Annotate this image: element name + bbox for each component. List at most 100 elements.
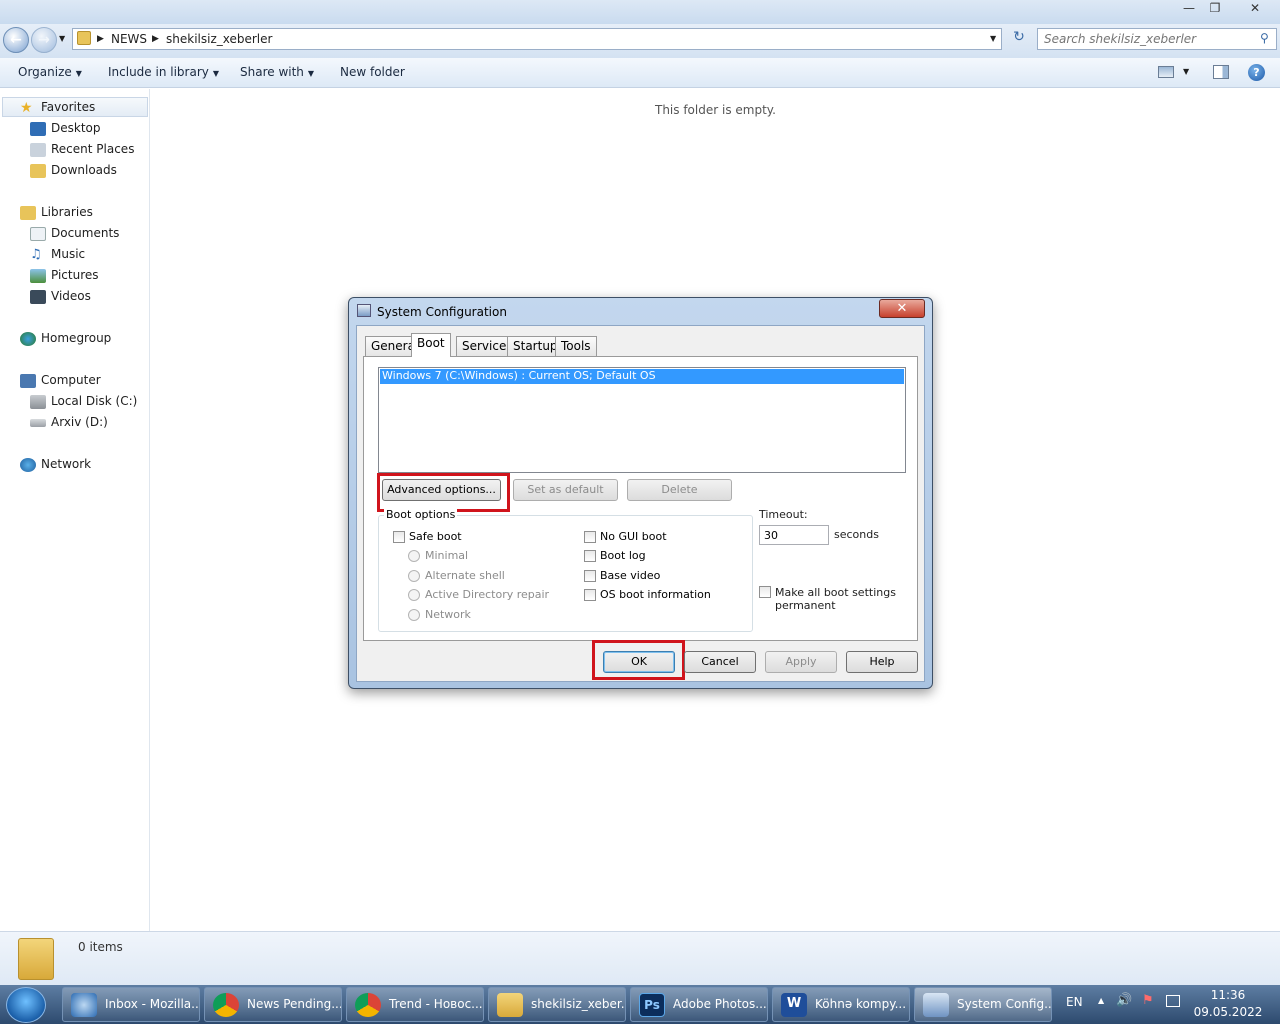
clock-time[interactable]: 11:36 (1198, 988, 1258, 1002)
folder-icon (77, 31, 91, 45)
taskbar-item-system-config[interactable]: System Config... (914, 987, 1052, 1022)
start-button[interactable] (6, 987, 46, 1023)
preview-pane-icon[interactable] (1213, 65, 1229, 79)
nav-videos[interactable]: Videos (30, 286, 91, 306)
search-icon[interactable]: ⚲ (1260, 31, 1269, 45)
address-dropdown-icon[interactable]: ▼ (990, 34, 996, 43)
new-folder-button[interactable]: New folder (340, 65, 405, 79)
change-view-icon[interactable] (1158, 66, 1174, 78)
nav-pictures[interactable]: Pictures (30, 265, 99, 285)
taskbar-item-label: shekilsiz_xeber... (531, 997, 626, 1011)
recent-pages-chevron-icon[interactable]: ▼ (59, 34, 65, 43)
navigation-pane: ★ Favorites Desktop Recent Places Downloa… (0, 89, 150, 931)
clock-date[interactable]: 09.05.2022 (1190, 1005, 1266, 1019)
nav-homegroup[interactable]: Homegroup (20, 328, 111, 348)
radio-circle (408, 589, 420, 601)
computer-icon (20, 373, 36, 388)
explorer-title-bar: — ❐ ✕ (0, 0, 1280, 24)
timeout-input[interactable] (759, 525, 829, 545)
taskbar-item-explorer[interactable]: shekilsiz_xeber... (488, 987, 626, 1022)
network-label: Network (425, 608, 471, 621)
nav-music[interactable]: ♫ Music (30, 244, 85, 264)
boot-log-checkbox[interactable]: Boot log (584, 549, 646, 562)
minimal-radio[interactable]: Minimal (408, 549, 468, 562)
taskbar: Inbox - Mozilla... News Pending... Trend… (0, 985, 1280, 1024)
nav-downloads[interactable]: Downloads (30, 160, 117, 180)
boot-tab-panel: Windows 7 (C:\Windows) : Current OS; Def… (363, 356, 918, 641)
address-box[interactable]: ▶ NEWS ▶ shekilsiz_xeberler ▼ (72, 28, 1002, 50)
search-input[interactable] (1038, 29, 1248, 49)
taskbar-item-label: Köhnə kompy... (815, 997, 907, 1011)
drive-icon (30, 418, 46, 427)
videos-icon (30, 289, 46, 304)
delete-button[interactable]: Delete (627, 479, 732, 501)
pictures-icon (30, 268, 46, 283)
os-boot-information-checkbox[interactable]: OS boot information (584, 588, 711, 601)
include-in-library-menu[interactable]: Include in library ▼ (108, 65, 219, 79)
os-list[interactable]: Windows 7 (C:\Windows) : Current OS; Def… (378, 367, 906, 473)
set-as-default-button[interactable]: Set as default (513, 479, 618, 501)
nav-local-disk-label: Local Disk (C:) (51, 394, 138, 408)
checkbox-box (584, 550, 596, 562)
nav-local-disk[interactable]: Local Disk (C:) (30, 391, 137, 411)
breadcrumb-arrow-icon[interactable]: ▶ (152, 34, 159, 44)
base-video-checkbox[interactable]: Base video (584, 569, 660, 582)
breadcrumb-news[interactable]: NEWS (111, 32, 147, 46)
organize-menu[interactable]: Organize ▼ (18, 65, 82, 79)
refresh-icon[interactable]: ↻ (1008, 29, 1030, 49)
breadcrumb-current-folder[interactable]: shekilsiz_xeberler (166, 32, 272, 46)
make-permanent-checkbox[interactable] (759, 586, 775, 599)
taskbar-item-label: System Config... (957, 997, 1052, 1011)
nav-arxiv-drive[interactable]: Arxiv (D:) (30, 412, 108, 432)
share-with-menu[interactable]: Share with ▼ (240, 65, 314, 79)
nav-recent-places[interactable]: Recent Places (30, 139, 134, 159)
cancel-button[interactable]: Cancel (684, 651, 756, 673)
dialog-body: General Boot Services Startup Tools Wind… (356, 325, 925, 682)
os-list-item[interactable]: Windows 7 (C:\Windows) : Current OS; Def… (380, 369, 904, 384)
star-icon: ★ (20, 99, 33, 116)
volume-icon[interactable]: 🔊 (1116, 993, 1132, 1008)
tab-tools[interactable]: Tools (555, 336, 597, 356)
libraries-icon (20, 205, 36, 220)
search-box[interactable]: ⚲ (1037, 28, 1277, 50)
radio-circle (408, 609, 420, 621)
help-button[interactable]: Help (846, 651, 918, 673)
taskbar-item-chrome-trend[interactable]: Trend - Новос... (346, 987, 484, 1022)
folder-icon (497, 993, 523, 1017)
nav-pictures-label: Pictures (51, 268, 99, 282)
nav-computer[interactable]: Computer (20, 370, 101, 390)
help-icon[interactable]: ? (1248, 64, 1265, 81)
taskbar-item-word[interactable]: W Köhnə kompy... (772, 987, 910, 1022)
network-tray-icon[interactable] (1166, 995, 1180, 1007)
taskbar-item-photoshop[interactable]: Ps Adobe Photos... (630, 987, 768, 1022)
tab-boot[interactable]: Boot (411, 333, 451, 357)
nav-favorites[interactable]: ★ Favorites (20, 97, 95, 117)
taskbar-item-label: Adobe Photos... (673, 997, 767, 1011)
breadcrumb-arrow-icon[interactable]: ▶ (97, 34, 104, 44)
network-radio[interactable]: Network (408, 608, 471, 621)
safe-boot-checkbox[interactable]: Safe boot (393, 530, 462, 543)
recent-places-icon (30, 142, 46, 157)
word-icon: W (781, 993, 807, 1017)
nav-documents[interactable]: Documents (30, 223, 119, 243)
back-button[interactable]: ← (3, 27, 29, 53)
show-hidden-icons-icon[interactable]: ▲ (1098, 996, 1104, 1005)
maximize-button[interactable]: ❐ (1202, 0, 1228, 18)
nav-network[interactable]: Network (20, 454, 91, 474)
minimize-button[interactable]: — (1176, 0, 1202, 18)
action-center-icon[interactable]: ⚑ (1142, 993, 1154, 1008)
nav-network-label: Network (41, 457, 92, 471)
language-indicator[interactable]: EN (1066, 995, 1083, 1009)
active-directory-repair-radio[interactable]: Active Directory repair (408, 588, 549, 601)
close-window-button[interactable]: ✕ (1240, 0, 1270, 18)
dialog-close-button[interactable]: ✕ (879, 299, 925, 318)
nav-libraries[interactable]: Libraries (20, 202, 93, 222)
taskbar-item-chrome-news[interactable]: News Pending... (204, 987, 342, 1022)
taskbar-item-thunderbird[interactable]: Inbox - Mozilla... (62, 987, 200, 1022)
forward-button[interactable]: → (31, 27, 57, 53)
apply-button[interactable]: Apply (765, 651, 837, 673)
alternate-shell-radio[interactable]: Alternate shell (408, 569, 505, 582)
nav-desktop[interactable]: Desktop (30, 118, 101, 138)
no-gui-boot-checkbox[interactable]: No GUI boot (584, 530, 667, 543)
view-options-chevron-icon[interactable]: ▼ (1183, 67, 1189, 76)
